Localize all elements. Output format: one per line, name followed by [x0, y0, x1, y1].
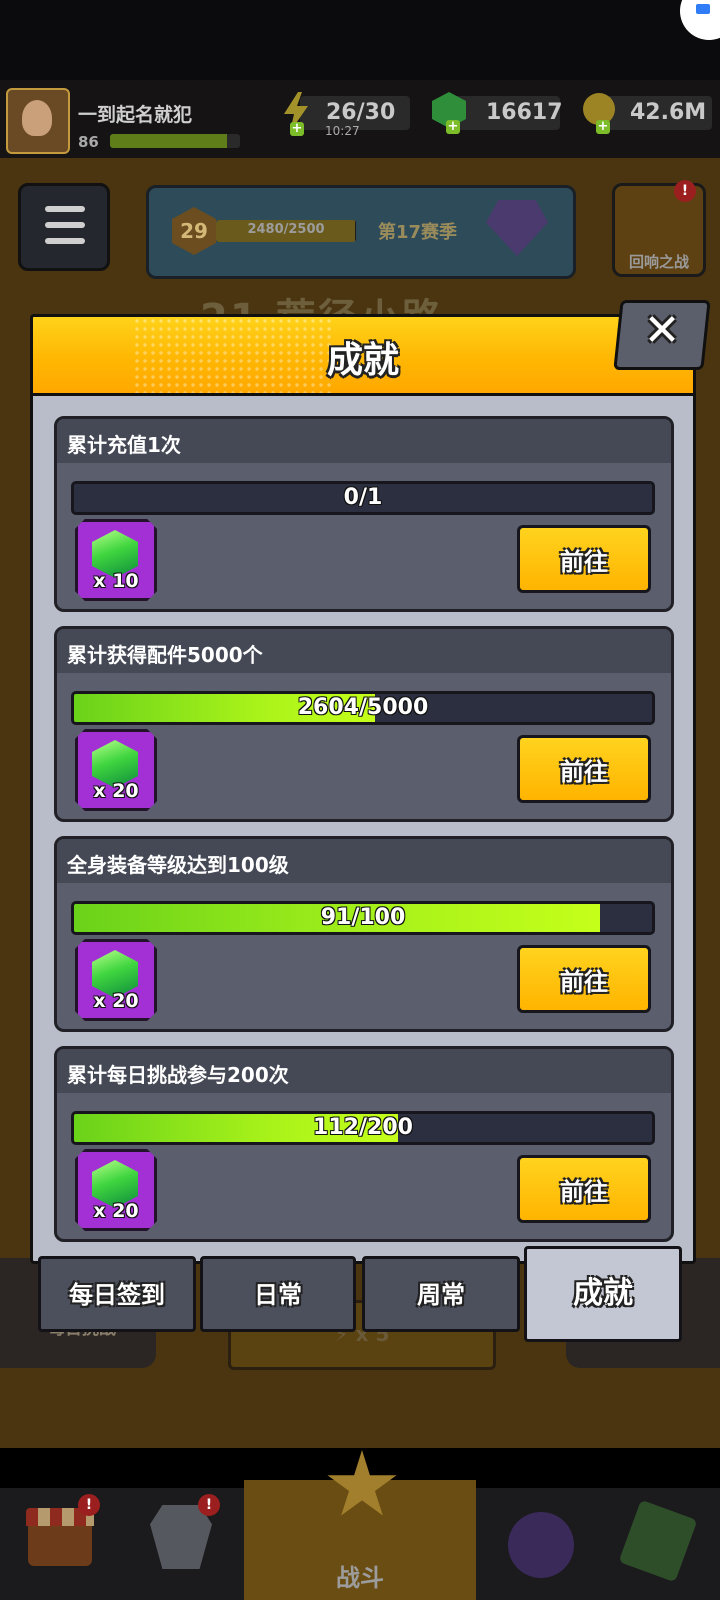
achievement-title: 累计获得配件5000个 — [67, 643, 263, 667]
achievement-card: 累计获得配件5000个 2604/5000 x 20 前往 — [54, 626, 674, 822]
reward-item[interactable]: x 20 — [75, 1149, 157, 1231]
reward-count: x 20 — [93, 780, 139, 802]
go-button-label: 前往 — [560, 758, 608, 786]
achievement-title: 累计充值1次 — [67, 433, 181, 457]
achievement-card-header: 累计充值1次 — [57, 419, 671, 463]
tab-daily-checkin-label: 每日签到 — [69, 1281, 165, 1309]
reward-item[interactable]: x 20 — [75, 939, 157, 1021]
reward-item[interactable]: x 10 — [75, 519, 157, 601]
achievement-list[interactable]: 累计充值1次 0/1 x 10 前往 累计获得配件5000个 2604/5000 — [39, 396, 687, 1258]
go-button-label: 前往 — [560, 968, 608, 996]
close-icon[interactable]: ✕ — [617, 303, 707, 359]
reward-item[interactable]: x 20 — [75, 729, 157, 811]
achievement-progress-text: 0/1 — [343, 485, 383, 510]
reward-count: x 20 — [93, 990, 139, 1012]
reward-count: x 20 — [93, 1200, 139, 1222]
go-button[interactable]: 前往 — [517, 1155, 651, 1223]
achievement-title: 累计每日挑战参与200次 — [67, 1063, 289, 1087]
modal-header: 成就 — [33, 317, 693, 396]
achievement-progress-text: 91/100 — [320, 905, 406, 930]
achievement-card: 累计每日挑战参与200次 112/200 x 20 前往 — [54, 1046, 674, 1242]
tab-daily-label: 日常 — [254, 1281, 302, 1309]
achievement-progress-bar: 91/100 — [71, 901, 655, 935]
achievement-progress-bar: 2604/5000 — [71, 691, 655, 725]
achievement-card-header: 累计每日挑战参与200次 — [57, 1049, 671, 1093]
go-button-label: 前往 — [560, 548, 608, 576]
go-button[interactable]: 前往 — [517, 525, 651, 593]
achievement-progress-bar: 112/200 — [71, 1111, 655, 1145]
achievement-card: 全身装备等级达到100级 91/100 x 20 前往 — [54, 836, 674, 1032]
achievement-card: 累计充值1次 0/1 x 10 前往 — [54, 416, 674, 612]
go-button-label: 前往 — [560, 1178, 608, 1206]
achievement-progress-text: 2604/5000 — [297, 695, 429, 720]
tab-weekly-label: 周常 — [417, 1281, 465, 1309]
achievement-modal: 成就 累计充值1次 0/1 x 10 前往 累计获得配件5000个 2604/5… — [30, 314, 696, 1264]
modal-title: 成就 — [326, 340, 399, 381]
achievement-card-header: 全身装备等级达到100级 — [57, 839, 671, 883]
go-button[interactable]: 前往 — [517, 945, 651, 1013]
reward-count: x 10 — [93, 570, 139, 592]
achievement-progress-text: 112/200 — [313, 1115, 413, 1140]
achievement-progress-bar: 0/1 — [71, 481, 655, 515]
achievement-card-header: 累计获得配件5000个 — [57, 629, 671, 673]
go-button[interactable]: 前往 — [517, 735, 651, 803]
tab-achievement-label: 成就 — [573, 1276, 633, 1311]
achievement-title: 全身装备等级达到100级 — [67, 853, 289, 877]
